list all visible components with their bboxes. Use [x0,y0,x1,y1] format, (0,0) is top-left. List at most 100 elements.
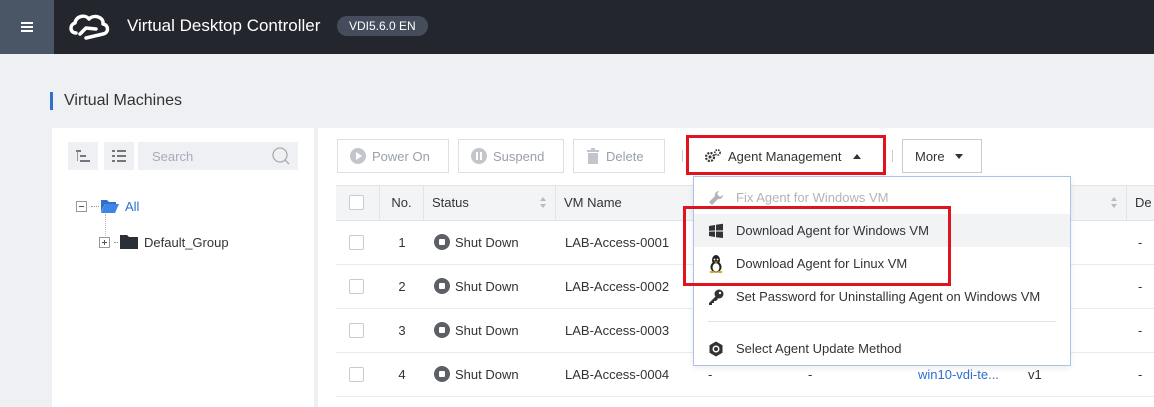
row-checkbox[interactable] [349,367,364,382]
column-header-status[interactable]: Status [424,186,556,220]
suspend-button[interactable]: Suspend [458,139,564,173]
column-header-label: Status [432,195,469,210]
search-icon[interactable] [272,147,290,165]
row-number: 4 [398,367,406,382]
row-checkbox[interactable] [349,235,364,250]
menu-item-label: Download Agent for Windows VM [736,223,929,238]
row-status-label: Shut Down [455,235,519,250]
play-icon [350,148,366,164]
expand-toggle[interactable] [99,236,110,248]
caret-down-icon [954,153,963,159]
menu-item-set-uninstall-password[interactable]: Set Password for Uninstalling Agent on W… [694,280,1070,313]
main-menu-button[interactable] [0,0,54,54]
menu-item-label: Download Agent for Linux VM [736,256,908,271]
agent-management-label: Agent Management [728,148,842,164]
menu-item-label: Fix Agent for Windows VM [736,190,889,205]
row-status: Shut Down [434,265,519,309]
gears-icon [704,149,721,163]
row-number: 3 [398,323,406,338]
row-vm-name[interactable]: LAB-Access-0003 [565,309,669,353]
group-tree-panel: All Default_Group [52,128,314,407]
pause-icon [471,148,487,164]
menu-item-select-update-method[interactable]: Select Agent Update Method [694,332,1070,365]
toolbar-divider [682,150,683,162]
column-header-extra[interactable] [1071,186,1127,220]
tree-list-button[interactable] [104,142,134,170]
row-vm-name[interactable]: LAB-Access-0002 [565,265,669,309]
column-header-vm-name[interactable]: VM Name [556,186,696,220]
row-checkbox-cell [349,221,364,265]
row-description: - [1138,367,1143,382]
menu-item-label: Select Agent Update Method [736,341,902,356]
row-description: - [1138,279,1143,294]
power-on-label: Power On [372,148,430,164]
column-header-description[interactable]: De [1127,186,1154,220]
tree-node-label: All [125,198,140,214]
menu-item-download-agent-linux[interactable]: Download Agent for Linux VM [694,247,1070,280]
shut-down-icon [434,366,450,382]
linux-icon [708,254,724,273]
folder-icon [120,235,138,249]
key-icon [708,289,724,305]
toolbar-divider [892,150,893,162]
update-method-icon [708,341,724,357]
shut-down-icon [434,278,450,294]
app-logo-icon [69,14,110,40]
suspend-label: Suspend [493,148,545,164]
shut-down-icon [434,234,450,250]
more-button[interactable]: More [902,139,982,173]
windows-icon [708,223,724,239]
row-checkbox[interactable] [349,323,364,338]
app-title: Virtual Desktop Controller [127,16,321,35]
row-checkbox[interactable] [349,279,364,294]
row-status: Shut Down [434,309,519,353]
row-checkbox-cell [349,353,364,397]
tree-node-label: Default_Group [144,234,229,250]
row-status-label: Shut Down [455,367,519,382]
trash-icon [587,148,599,164]
shut-down-icon [434,322,450,338]
power-on-button[interactable]: Power On [337,139,449,173]
agent-management-button[interactable]: Agent Management [692,139,882,173]
caret-up-icon [853,153,862,159]
version-badge: VDI5.6.0 EN [337,16,428,36]
select-all-cell [336,186,380,220]
row-number: 2 [398,279,406,294]
wrench-icon [708,190,724,206]
more-label: More [915,148,945,164]
row-checkbox-cell [349,309,364,353]
column-header-no[interactable]: No. [380,186,424,220]
row-status-label: Shut Down [455,323,519,338]
tree-search-input[interactable] [138,142,258,170]
menu-item-fix-agent-windows[interactable]: Fix Agent for Windows VM [694,181,1070,214]
list-icon [112,150,126,162]
collapse-toggle[interactable] [76,200,87,212]
tree-connector [91,205,99,207]
tree-search-box [138,142,298,170]
tree-node-all[interactable]: All [76,196,139,216]
top-bar: Virtual Desktop Controller VDI5.6.0 EN [0,0,1154,54]
menu-icon [21,22,33,32]
row-description: - [1138,235,1143,250]
row-description: - [1138,323,1143,338]
row-status-label: Shut Down [455,279,519,294]
tree-node-default-group[interactable]: Default_Group [99,232,229,252]
tree-connector [114,241,118,243]
select-all-checkbox[interactable] [349,195,364,210]
menu-divider [708,321,1056,322]
menu-item-download-agent-windows[interactable]: Download Agent for Windows VM [694,214,1070,247]
row-vm-name[interactable]: LAB-Access-0001 [565,221,669,265]
tree-expand-button[interactable] [68,142,98,170]
open-folder-icon [101,200,119,213]
sort-icon[interactable] [1111,197,1118,209]
row-status: Shut Down [434,221,519,265]
delete-button[interactable]: Delete [573,139,665,173]
row-vm-name[interactable]: LAB-Access-0004 [565,353,669,397]
page-title: Virtual Machines [50,92,182,110]
delete-label: Delete [606,148,644,164]
row-checkbox-cell [349,265,364,309]
sort-icon[interactable] [540,197,547,209]
menu-item-label: Set Password for Uninstalling Agent on W… [736,289,1041,304]
row-status: Shut Down [434,353,519,397]
row-number: 1 [398,235,406,250]
